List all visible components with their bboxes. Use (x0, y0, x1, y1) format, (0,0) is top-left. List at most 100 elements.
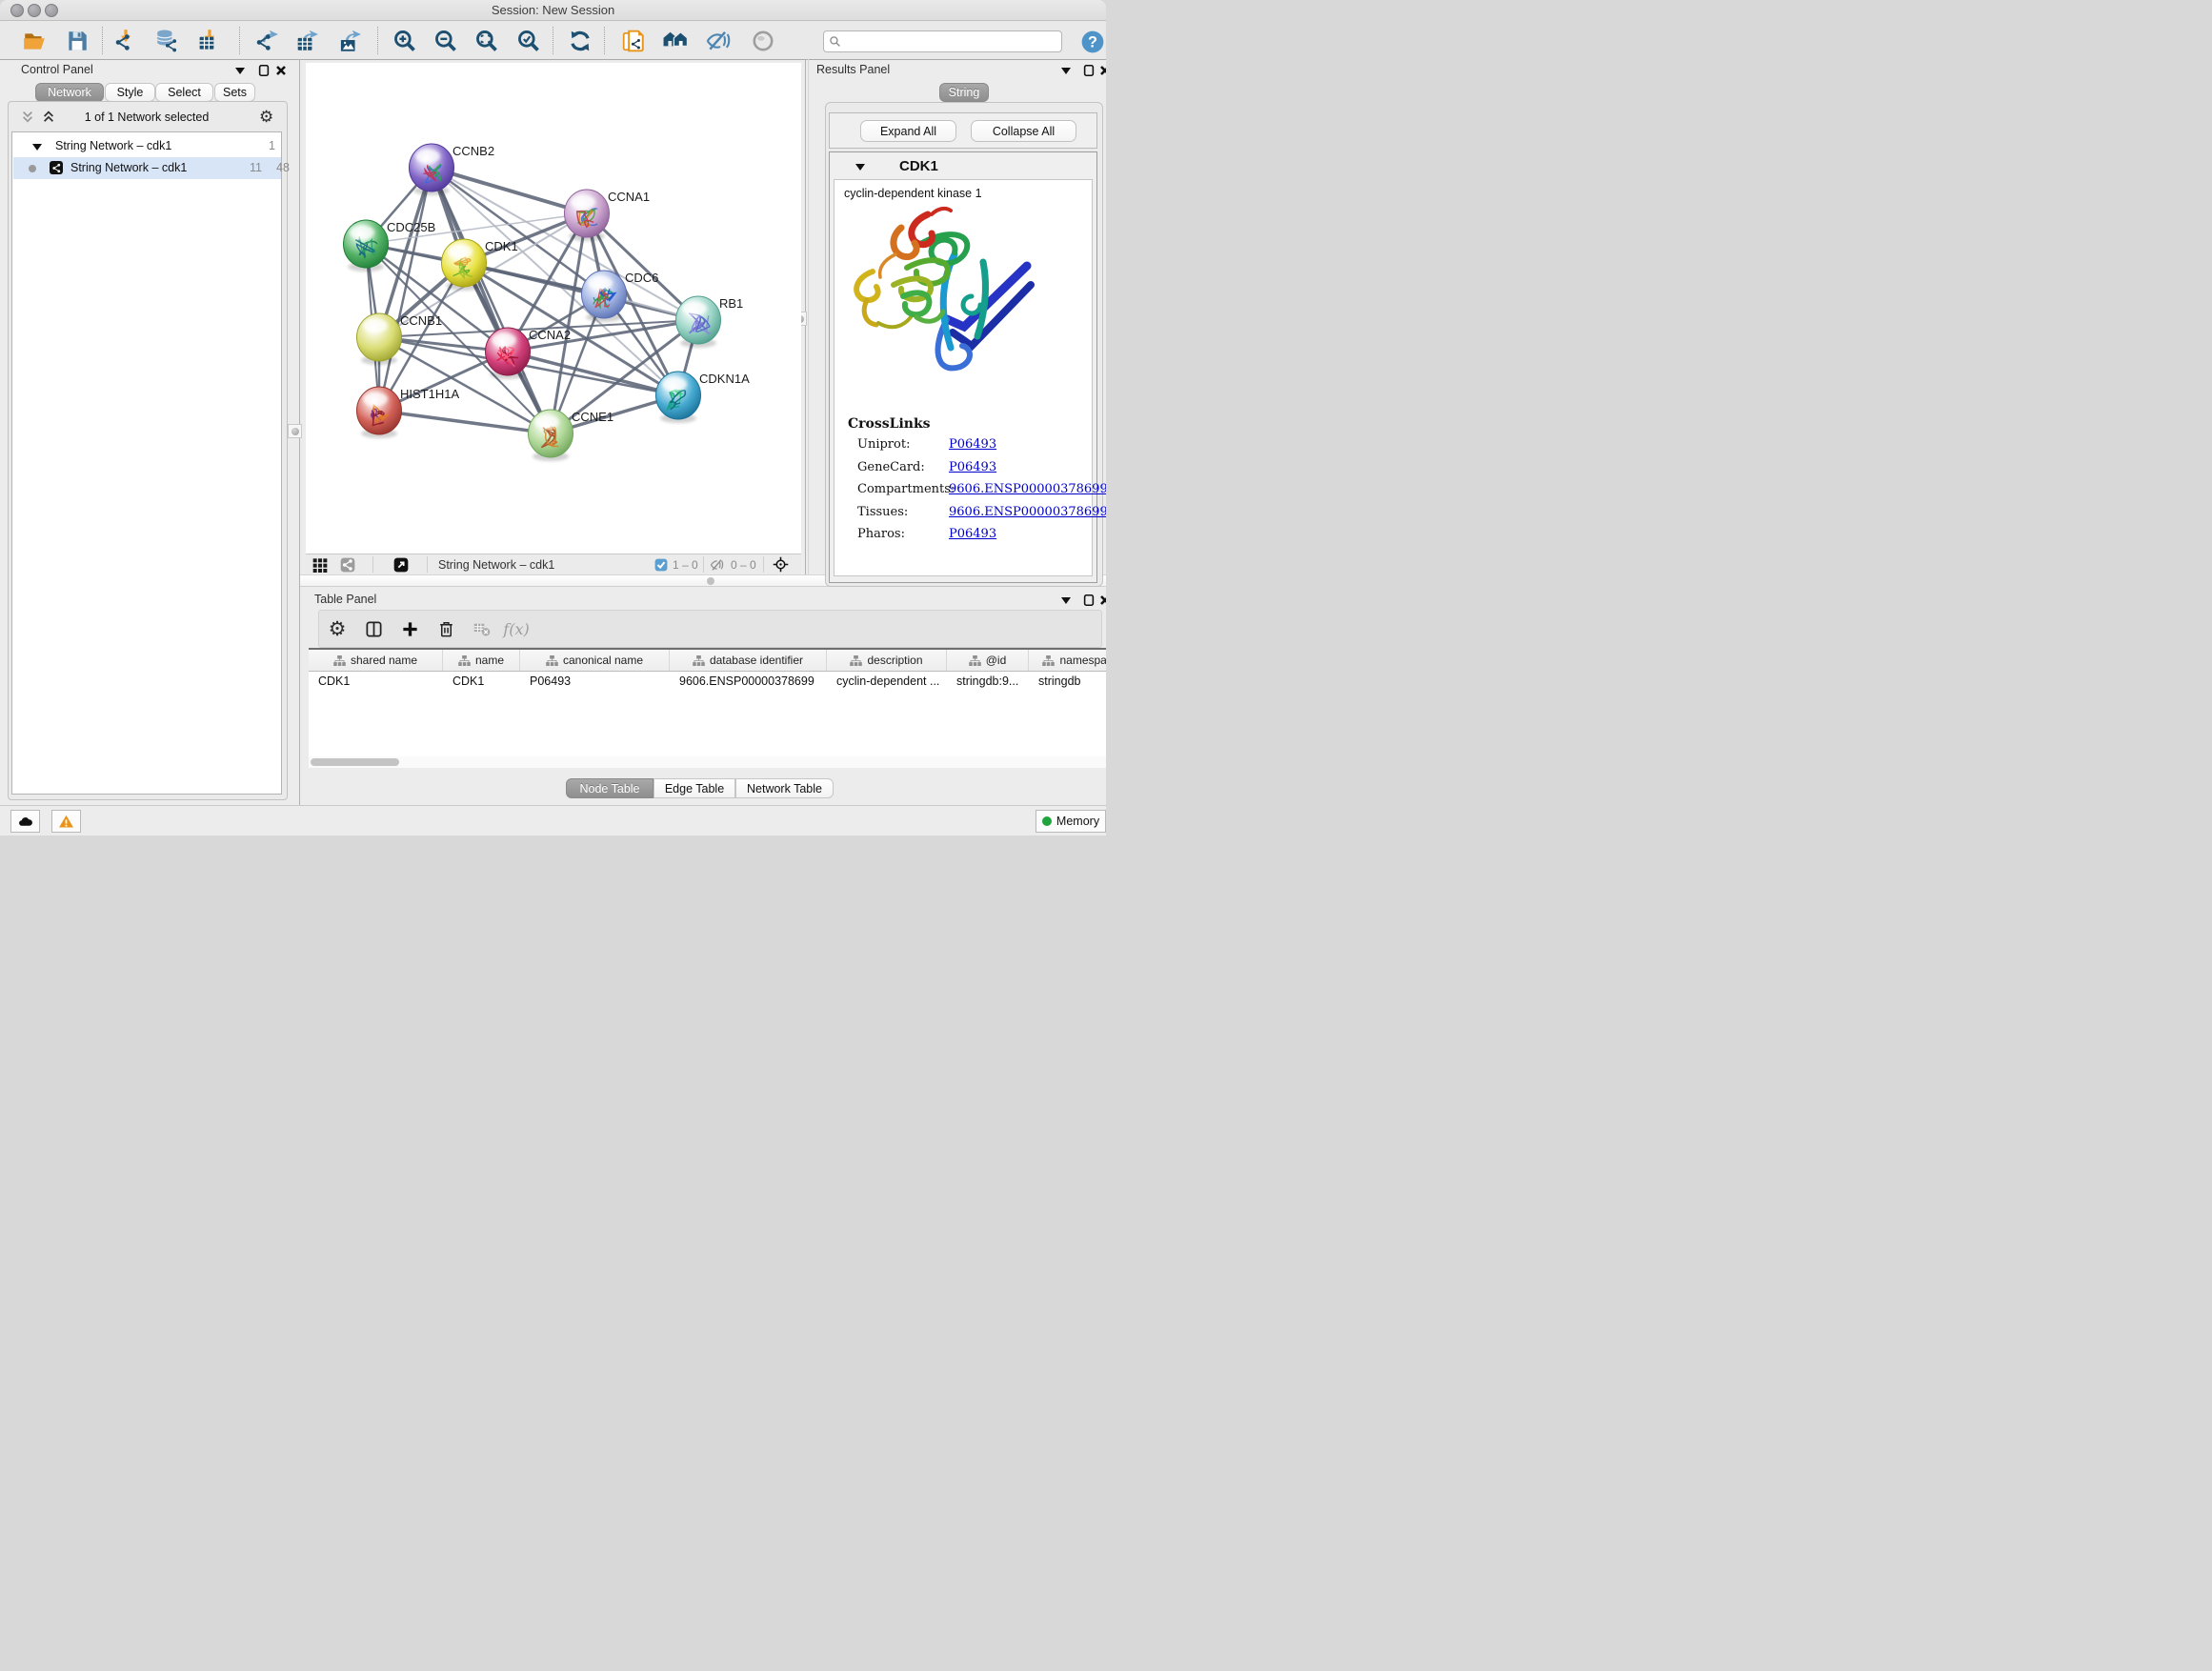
table-panel-menu-icon[interactable] (1059, 594, 1073, 607)
control-panel-menu-icon[interactable] (233, 64, 247, 77)
collection-expand-icon[interactable] (30, 140, 44, 153)
tab-style[interactable]: Style (105, 83, 155, 102)
hidden-eye-icon[interactable] (710, 557, 725, 573)
results-panel-menu-icon[interactable] (1059, 64, 1073, 77)
import-network-button[interactable] (112, 28, 138, 53)
status-bar: Memory (0, 805, 1106, 836)
crosslink-link[interactable]: P06493 (949, 460, 996, 474)
birds-eye-icon[interactable] (773, 556, 789, 573)
grid-view-icon[interactable] (312, 557, 328, 573)
control-panel-float-icon[interactable] (257, 64, 271, 77)
edge-CDK1-RB1 (464, 263, 698, 320)
results-panel-float-icon[interactable] (1082, 64, 1096, 77)
node-gloss (571, 195, 595, 210)
selected-checkbox-icon[interactable] (654, 558, 668, 572)
refresh-view-button[interactable] (567, 28, 593, 53)
table-panel-float-icon[interactable] (1082, 594, 1096, 607)
zoom-in-button[interactable] (392, 28, 417, 53)
warning-button[interactable] (51, 810, 81, 833)
search-icon (829, 35, 841, 48)
crosslink-link[interactable]: 9606.ENSP00000378699 (949, 505, 1106, 519)
node-gloss (588, 276, 613, 291)
column-header-name[interactable]: name (443, 650, 520, 671)
column-header-canonical-name[interactable]: canonical name (520, 650, 670, 671)
table-panel-close-icon[interactable] (1098, 594, 1106, 607)
protein-collapse-icon[interactable] (854, 160, 867, 173)
network-canvas[interactable]: CCNB2CCNA1CDC25BCDK1CDC6RB1CCNB1CCNA2CDK… (306, 63, 801, 554)
zoom-selected-button[interactable] (515, 28, 541, 53)
scrollbar-thumb[interactable] (311, 758, 399, 766)
import-database-button[interactable] (153, 28, 179, 53)
network-collection-row[interactable]: String Network – cdk1 1 (13, 135, 281, 157)
tab-network[interactable]: Network (35, 83, 104, 102)
memory-button[interactable]: Memory (1036, 810, 1106, 833)
open-session-icon (22, 29, 47, 53)
tab-sets[interactable]: Sets (214, 83, 255, 102)
crosslink-link[interactable]: P06493 (949, 527, 996, 541)
tab-string[interactable]: String (939, 83, 989, 102)
hide-glass-button[interactable] (705, 28, 731, 53)
export-image-button[interactable] (336, 28, 362, 53)
node-gloss (448, 245, 473, 259)
node-CDKN1A[interactable] (656, 372, 701, 423)
cloud-button[interactable] (10, 810, 40, 833)
open-in-window-icon[interactable] (393, 557, 409, 573)
tab-node-table[interactable]: Node Table (566, 778, 654, 798)
column-header--id[interactable]: @id (947, 650, 1029, 671)
search-input[interactable] (845, 32, 1058, 50)
title-bar: Session: New Session (0, 0, 1106, 21)
delete-column-icon[interactable] (433, 616, 458, 641)
toolbar-separator (377, 27, 378, 54)
crosslink-link[interactable]: P06493 (949, 437, 996, 452)
crosslink-row: Uniprot:P06493 (857, 437, 1086, 452)
node-CCNB1[interactable] (357, 313, 402, 365)
show-columns-icon[interactable] (361, 616, 386, 641)
column-header-description[interactable]: description (827, 650, 947, 671)
help-button[interactable]: ? (1079, 29, 1105, 54)
expand-all-button[interactable]: Expand All (860, 120, 956, 142)
add-column-icon[interactable] (397, 616, 422, 641)
table-row[interactable]: CDK1CDK1P064939606.ENSP00000378699cyclin… (309, 672, 1106, 693)
results-panel-title: Results Panel (816, 63, 890, 76)
control-panel-close-icon[interactable] (274, 64, 288, 77)
zoom-fit-button[interactable] (473, 28, 499, 53)
show-glass-button[interactable] (750, 28, 775, 53)
export-table-button[interactable] (293, 28, 319, 53)
node-CCNA1[interactable] (565, 190, 610, 241)
export-image-icon (337, 29, 362, 53)
left-splitter-handle[interactable] (288, 424, 302, 438)
string-import-icon (621, 29, 646, 53)
node-table[interactable]: shared namenamecanonical namedatabase id… (309, 648, 1106, 768)
home-networks-icon (663, 29, 688, 53)
node-HIST1H1A[interactable] (357, 387, 402, 438)
node-CDC25B[interactable] (344, 220, 389, 272)
column-header-shared-name[interactable]: shared name (309, 650, 443, 671)
node-CCNE1[interactable] (529, 410, 573, 461)
home-networks-button[interactable] (662, 28, 688, 53)
tab-edge-table[interactable]: Edge Table (654, 778, 735, 798)
table-horizontal-scrollbar[interactable] (309, 756, 1106, 768)
column-header-database-identifier[interactable]: database identifier (670, 650, 827, 671)
node-label-RB1: RB1 (719, 296, 743, 311)
results-panel-close-icon[interactable] (1098, 64, 1106, 77)
tab-network-table[interactable]: Network Table (735, 778, 834, 798)
collapse-all-button[interactable]: Collapse All (971, 120, 1076, 142)
network-share-icon[interactable] (340, 557, 355, 573)
node-label-CDK1: CDK1 (485, 239, 518, 253)
save-session-button[interactable] (64, 28, 90, 53)
table-settings-gear-icon[interactable]: ⚙ (325, 616, 350, 641)
search-field[interactable] (823, 30, 1062, 52)
network-row[interactable]: String Network – cdk1 11 48 (13, 157, 281, 179)
import-table-button[interactable] (196, 28, 222, 53)
string-import-button[interactable] (620, 28, 646, 53)
network-options-gear-icon[interactable]: ⚙ (259, 108, 273, 127)
zoom-out-button[interactable] (432, 28, 458, 53)
protein-detail-box: cyclin-dependent kinase 1 (834, 179, 1093, 576)
export-network-button[interactable] (253, 28, 279, 53)
open-session-button[interactable] (21, 28, 47, 53)
column-header-namespace[interactable]: namespace (1029, 650, 1106, 671)
hierarchy-icon (969, 655, 981, 666)
tab-select[interactable]: Select (155, 83, 213, 102)
crosslink-link[interactable]: 9606.ENSP00000378699 (949, 482, 1106, 496)
node-RB1[interactable] (676, 296, 721, 348)
